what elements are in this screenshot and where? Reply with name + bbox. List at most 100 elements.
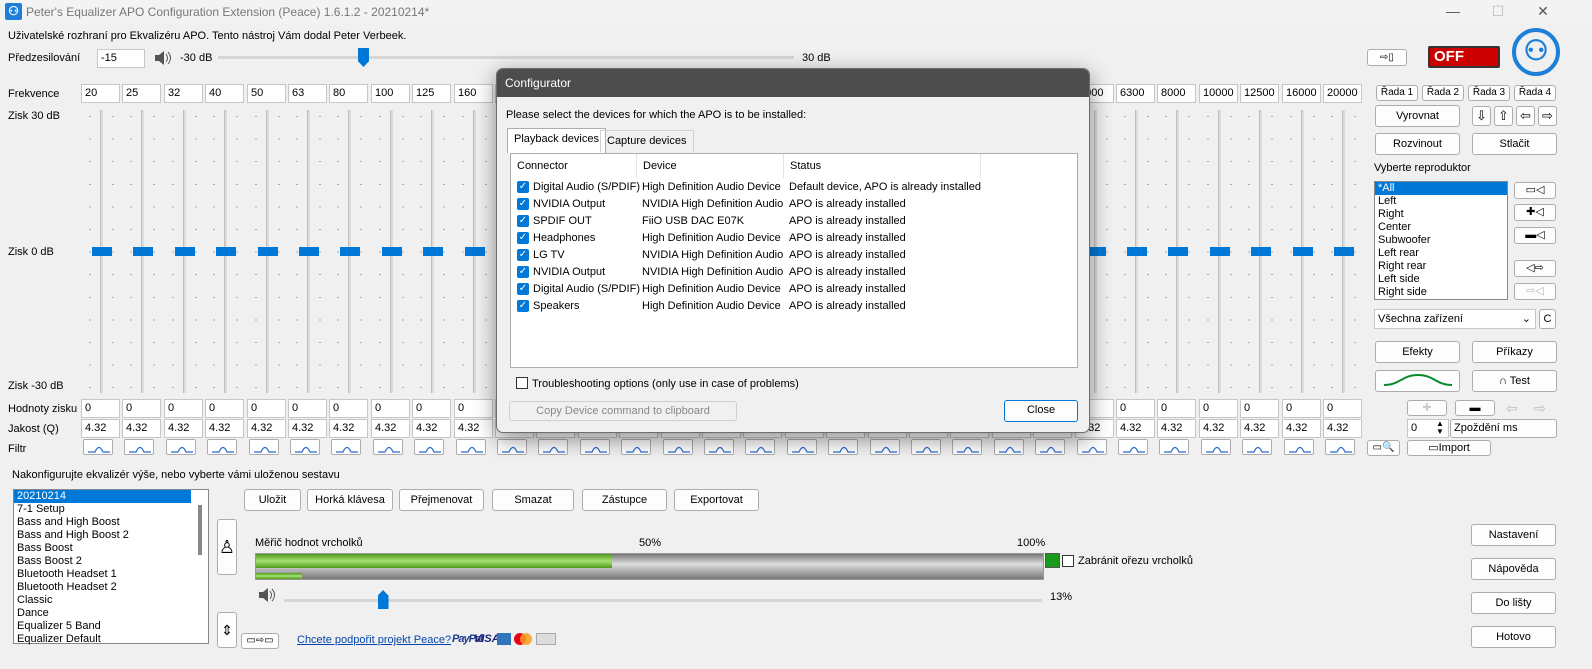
filter-type-button[interactable] xyxy=(911,439,941,455)
support-link[interactable]: Chcete podpořit projekt Peace? xyxy=(297,634,451,646)
copy-command-button[interactable]: Copy Device command to clipboard xyxy=(509,401,737,421)
slider-thumb[interactable] xyxy=(133,247,153,256)
preset-scrollbar-thumb[interactable] xyxy=(198,505,202,555)
troubleshoot-checkbox[interactable] xyxy=(516,377,528,389)
filter-type-button[interactable] xyxy=(994,439,1024,455)
curve-button[interactable] xyxy=(1375,370,1460,392)
device-row[interactable]: ✓ SPDIF OUT FiiO USB DAC E07K APO is alread… xyxy=(511,213,1077,230)
device-checkbox[interactable]: ✓ xyxy=(517,232,529,244)
device-checkbox[interactable]: ✓ xyxy=(517,198,529,210)
speaker-item[interactable]: Left rear xyxy=(1375,247,1507,260)
gain-value-input[interactable]: 0 xyxy=(205,399,244,418)
device-row[interactable]: ✓ LG TV NVIDIA High Definition Audio APO is… xyxy=(511,247,1077,264)
frequency-input[interactable]: 6300 xyxy=(1116,84,1155,103)
frequency-input[interactable]: 50 xyxy=(247,84,286,103)
row-tab-4[interactable]: Řada 4 xyxy=(1514,85,1556,101)
filter-type-button[interactable] xyxy=(1159,439,1189,455)
preset-item[interactable]: Classic xyxy=(14,594,208,607)
filter-type-button[interactable] xyxy=(870,439,900,455)
speaker-item[interactable]: Left xyxy=(1375,195,1507,208)
payment-logos[interactable]: PayPal VISA xyxy=(452,631,557,649)
filter-type-button[interactable] xyxy=(704,439,734,455)
speaker-list[interactable]: *All Left Right Center Subwoofer Left rear Rig… xyxy=(1374,181,1508,300)
preset-item[interactable]: Equalizer Default xyxy=(14,633,208,646)
device-checkbox[interactable]: ✓ xyxy=(517,266,529,278)
gain-slider[interactable] xyxy=(371,110,412,393)
device-checkbox[interactable]: ✓ xyxy=(517,249,529,261)
test-button[interactable]: ∩ Test xyxy=(1472,370,1557,392)
speaker-item[interactable]: Right xyxy=(1375,208,1507,221)
gain-slider[interactable] xyxy=(164,110,205,393)
minimize-button[interactable]: — xyxy=(1443,3,1463,19)
filter-type-button[interactable] xyxy=(1077,439,1107,455)
gain-slider[interactable] xyxy=(1199,110,1240,393)
shortcut-button[interactable]: Zástupce xyxy=(582,489,667,511)
gain-value-input[interactable]: 0 xyxy=(288,399,327,418)
rename-button[interactable]: Přejmenovat xyxy=(399,489,484,511)
filter-type-button[interactable] xyxy=(745,439,775,455)
help-button[interactable]: Nápověda xyxy=(1471,558,1556,580)
speaker-add-icon[interactable]: ✚◁ xyxy=(1514,204,1556,221)
speaker-item[interactable]: Right rear xyxy=(1375,260,1507,273)
q-value-input[interactable]: 4.32 xyxy=(412,419,451,438)
device-checkbox[interactable]: ✓ xyxy=(517,300,529,312)
filter-type-button[interactable] xyxy=(290,439,320,455)
gain-value-input[interactable]: 0 xyxy=(122,399,161,418)
gain-value-input[interactable]: 0 xyxy=(1157,399,1196,418)
filter-type-button[interactable] xyxy=(207,439,237,455)
filter-type-button[interactable] xyxy=(497,439,527,455)
gain-value-input[interactable]: 0 xyxy=(371,399,410,418)
move-right-button[interactable]: ⇨ xyxy=(1538,106,1557,126)
column-status[interactable]: Status xyxy=(784,154,981,178)
filter-view-button[interactable]: ▭🔍 xyxy=(1367,440,1400,456)
filter-type-button[interactable] xyxy=(1118,439,1148,455)
filter-type-button[interactable] xyxy=(580,439,610,455)
preamp-slider-thumb[interactable] xyxy=(358,48,369,67)
filter-type-button[interactable] xyxy=(1201,439,1231,455)
speaker-item[interactable]: Right side xyxy=(1375,286,1507,299)
device-checkbox[interactable]: ✓ xyxy=(517,215,529,227)
frequency-input[interactable]: 160 xyxy=(454,84,493,103)
q-value-input[interactable]: 4.32 xyxy=(1240,419,1279,438)
preset-item[interactable]: 20210214 xyxy=(14,490,191,503)
gain-value-input[interactable]: 0 xyxy=(1282,399,1321,418)
filter-type-button[interactable] xyxy=(124,439,154,455)
frequency-input[interactable]: 80 xyxy=(329,84,368,103)
frequency-input[interactable]: 16000 xyxy=(1282,84,1321,103)
slider-thumb[interactable] xyxy=(299,247,319,256)
preset-item[interactable]: Bluetooth Headset 2 xyxy=(14,581,208,594)
slider-thumb[interactable] xyxy=(175,247,195,256)
gain-value-input[interactable]: 0 xyxy=(81,399,120,418)
frequency-input[interactable]: 125 xyxy=(412,84,451,103)
gain-value-input[interactable]: 0 xyxy=(164,399,203,418)
frequency-input[interactable]: 20000 xyxy=(1323,84,1362,103)
gain-value-input[interactable]: 0 xyxy=(454,399,493,418)
shift-right-icon[interactable]: ⇨ xyxy=(1534,400,1546,417)
maximize-button[interactable]: ☐ xyxy=(1488,3,1508,20)
q-value-input[interactable]: 4.32 xyxy=(288,419,327,438)
device-select[interactable]: Všechna zařízení ⌄ xyxy=(1374,309,1536,329)
column-device[interactable]: Device xyxy=(637,154,784,178)
frequency-input[interactable]: 63 xyxy=(288,84,327,103)
save-button[interactable]: Uložit xyxy=(244,489,301,511)
gain-slider[interactable] xyxy=(247,110,288,393)
dialog-close-button[interactable]: Close xyxy=(1004,400,1078,422)
q-value-input[interactable]: 4.32 xyxy=(1157,419,1196,438)
speaker-single-icon[interactable]: ▭◁ xyxy=(1514,182,1556,199)
preset-item[interactable]: Equalizer 5 Band xyxy=(14,620,208,633)
filter-type-button[interactable] xyxy=(83,439,113,455)
effects-button[interactable]: Efekty xyxy=(1375,341,1460,363)
device-row[interactable]: ✓ NVIDIA Output NVIDIA High Definition Aud… xyxy=(511,264,1077,281)
device-row[interactable]: ✓ Digital Audio (S/PDIF) High Definition A… xyxy=(511,281,1077,298)
q-value-input[interactable]: 4.32 xyxy=(122,419,161,438)
gain-value-input[interactable]: 0 xyxy=(1323,399,1362,418)
import-button[interactable]: ▭Import xyxy=(1407,440,1491,456)
to-tray-button[interactable]: Do lišty xyxy=(1471,592,1556,614)
gain-value-input[interactable]: 0 xyxy=(1199,399,1238,418)
frequency-input[interactable]: 40 xyxy=(205,84,244,103)
delete-button[interactable]: Smazat xyxy=(492,489,574,511)
hotkey-button[interactable]: Horká klávesa xyxy=(307,489,393,511)
frequency-input[interactable]: 100 xyxy=(371,84,410,103)
preset-item[interactable]: Dance xyxy=(14,607,208,620)
gain-slider[interactable] xyxy=(1240,110,1281,393)
